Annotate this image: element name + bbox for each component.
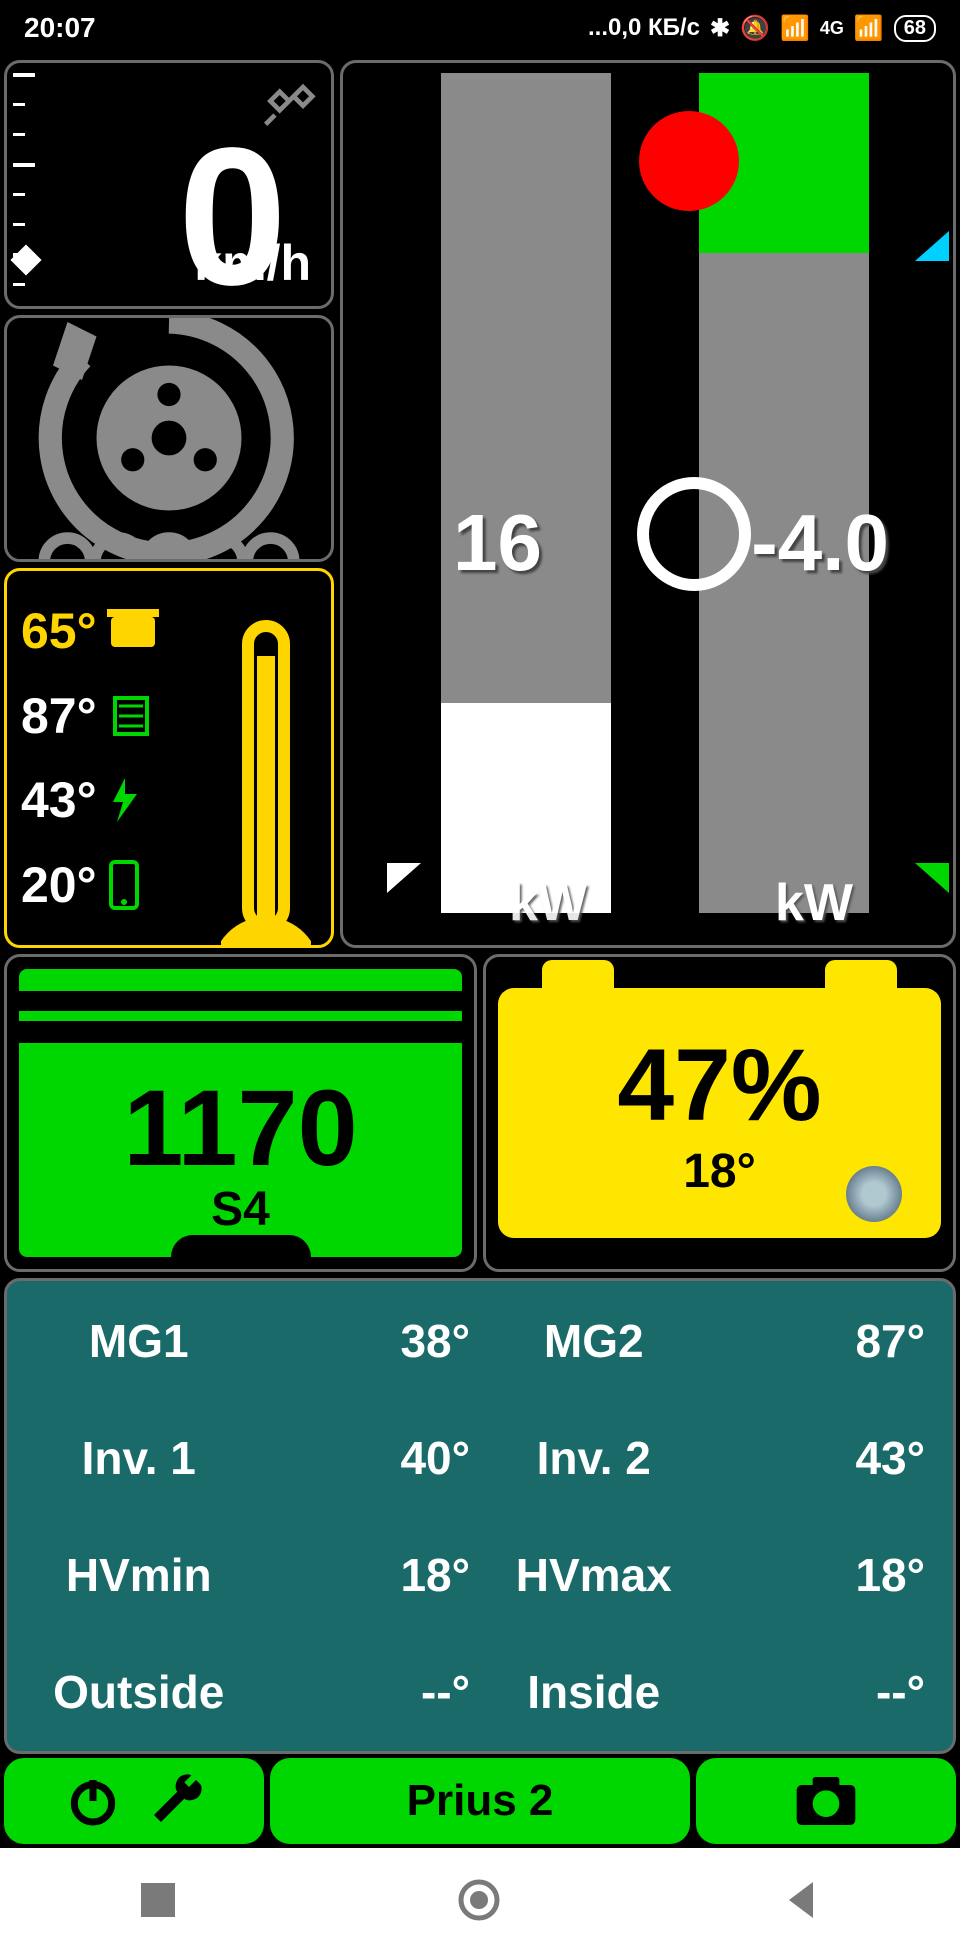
inv2-value: 43° xyxy=(708,1431,936,1485)
temp-inverter-value: 43° xyxy=(21,771,97,829)
inv1-label: Inv. 1 xyxy=(25,1431,253,1485)
bolt-icon xyxy=(107,776,143,824)
status-bar: 20:07 ...0,0 КБ/с ✱ 🔕 📶 4G 📶 68 xyxy=(0,0,960,56)
inside-label: Inside xyxy=(480,1665,708,1719)
battery-icon: 68 xyxy=(894,15,936,42)
rpm-panel[interactable]: 1170 S4 xyxy=(4,954,477,1272)
temp-phone-value: 20° xyxy=(21,856,97,914)
alarm-off-icon: 🔕 xyxy=(740,14,770,43)
vehicle-label: Prius 2 xyxy=(407,1776,554,1826)
vehicle-select-button[interactable]: Prius 2 xyxy=(270,1758,690,1844)
power-right-value: -4.0 xyxy=(751,497,889,589)
signal-icon: 📶 xyxy=(780,14,810,43)
mg1-value: 38° xyxy=(253,1314,481,1368)
brake-disc-icon xyxy=(24,315,314,562)
hvmin-label: HVmin xyxy=(25,1548,253,1602)
power-unit-right: kW xyxy=(775,873,853,933)
power-bar-left xyxy=(441,73,611,703)
ring-indicator-icon xyxy=(637,477,751,591)
brake-panel[interactable] xyxy=(4,315,334,562)
recent-apps-button[interactable] xyxy=(141,1883,175,1917)
marker-white-icon xyxy=(387,863,421,893)
wrench-icon xyxy=(147,1773,203,1829)
touch-indicator-icon xyxy=(846,1166,902,1222)
speed-ruler xyxy=(13,73,37,296)
marker-green-icon xyxy=(915,863,949,893)
hvmin-value: 18° xyxy=(253,1548,481,1602)
status-time: 20:07 xyxy=(24,12,96,44)
signal-icon-2: 📶 xyxy=(854,14,884,43)
marker-cyan-icon xyxy=(915,231,949,261)
inv2-label: Inv. 2 xyxy=(480,1431,708,1485)
temperatures-panel[interactable]: 65° 87° 43° 20° xyxy=(4,568,334,948)
temp-mg-value: 87° xyxy=(21,687,97,745)
engine-icon xyxy=(107,609,163,653)
status-data-rate: ...0,0 КБ/с xyxy=(588,14,700,42)
battery-terminal-icon xyxy=(542,960,614,996)
network-4g-icon: 4G xyxy=(820,18,844,39)
thermometer-icon xyxy=(221,611,311,948)
power-left-value: 16 xyxy=(453,497,542,589)
outside-value: --° xyxy=(253,1665,481,1719)
power-unit-left: kW xyxy=(509,873,587,933)
hvmax-value: 18° xyxy=(708,1548,936,1602)
rpm-value: 1170 xyxy=(123,1074,357,1182)
mg2-label: MG2 xyxy=(480,1314,708,1368)
red-indicator-icon xyxy=(639,111,739,211)
android-nav-bar xyxy=(0,1848,960,1952)
phone-icon xyxy=(107,860,141,910)
power-icon xyxy=(65,1773,121,1829)
back-button[interactable] xyxy=(783,1880,819,1920)
hvmax-label: HVmax xyxy=(480,1548,708,1602)
temp-engine-value: 65° xyxy=(21,602,97,660)
power-panel[interactable]: 16 -4.0 kW kW xyxy=(340,60,956,948)
inv1-value: 40° xyxy=(253,1431,481,1485)
speed-unit: km/h xyxy=(194,234,311,292)
mg1-label: MG1 xyxy=(25,1314,253,1368)
rpm-gear: S4 xyxy=(211,1182,270,1237)
soc-value: 47% xyxy=(617,1027,821,1144)
outside-label: Outside xyxy=(25,1665,253,1719)
screenshot-button[interactable] xyxy=(696,1758,956,1844)
battery-terminal-icon xyxy=(825,960,897,996)
bluetooth-icon: ✱ xyxy=(710,14,730,43)
soc-temp: 18° xyxy=(683,1144,756,1199)
speed-panel[interactable]: 0 km/h xyxy=(4,60,334,309)
inside-value: --° xyxy=(708,1665,936,1719)
mg2-value: 87° xyxy=(708,1314,936,1368)
temps-grid-panel[interactable]: MG1 38° MG2 87° Inv. 1 40° Inv. 2 43° HV… xyxy=(4,1278,956,1754)
camera-icon xyxy=(794,1776,858,1826)
motor-icon xyxy=(107,694,155,738)
soc-panel[interactable]: 47% 18° xyxy=(483,954,956,1272)
power-settings-button[interactable] xyxy=(4,1758,264,1844)
home-button[interactable] xyxy=(457,1878,501,1922)
